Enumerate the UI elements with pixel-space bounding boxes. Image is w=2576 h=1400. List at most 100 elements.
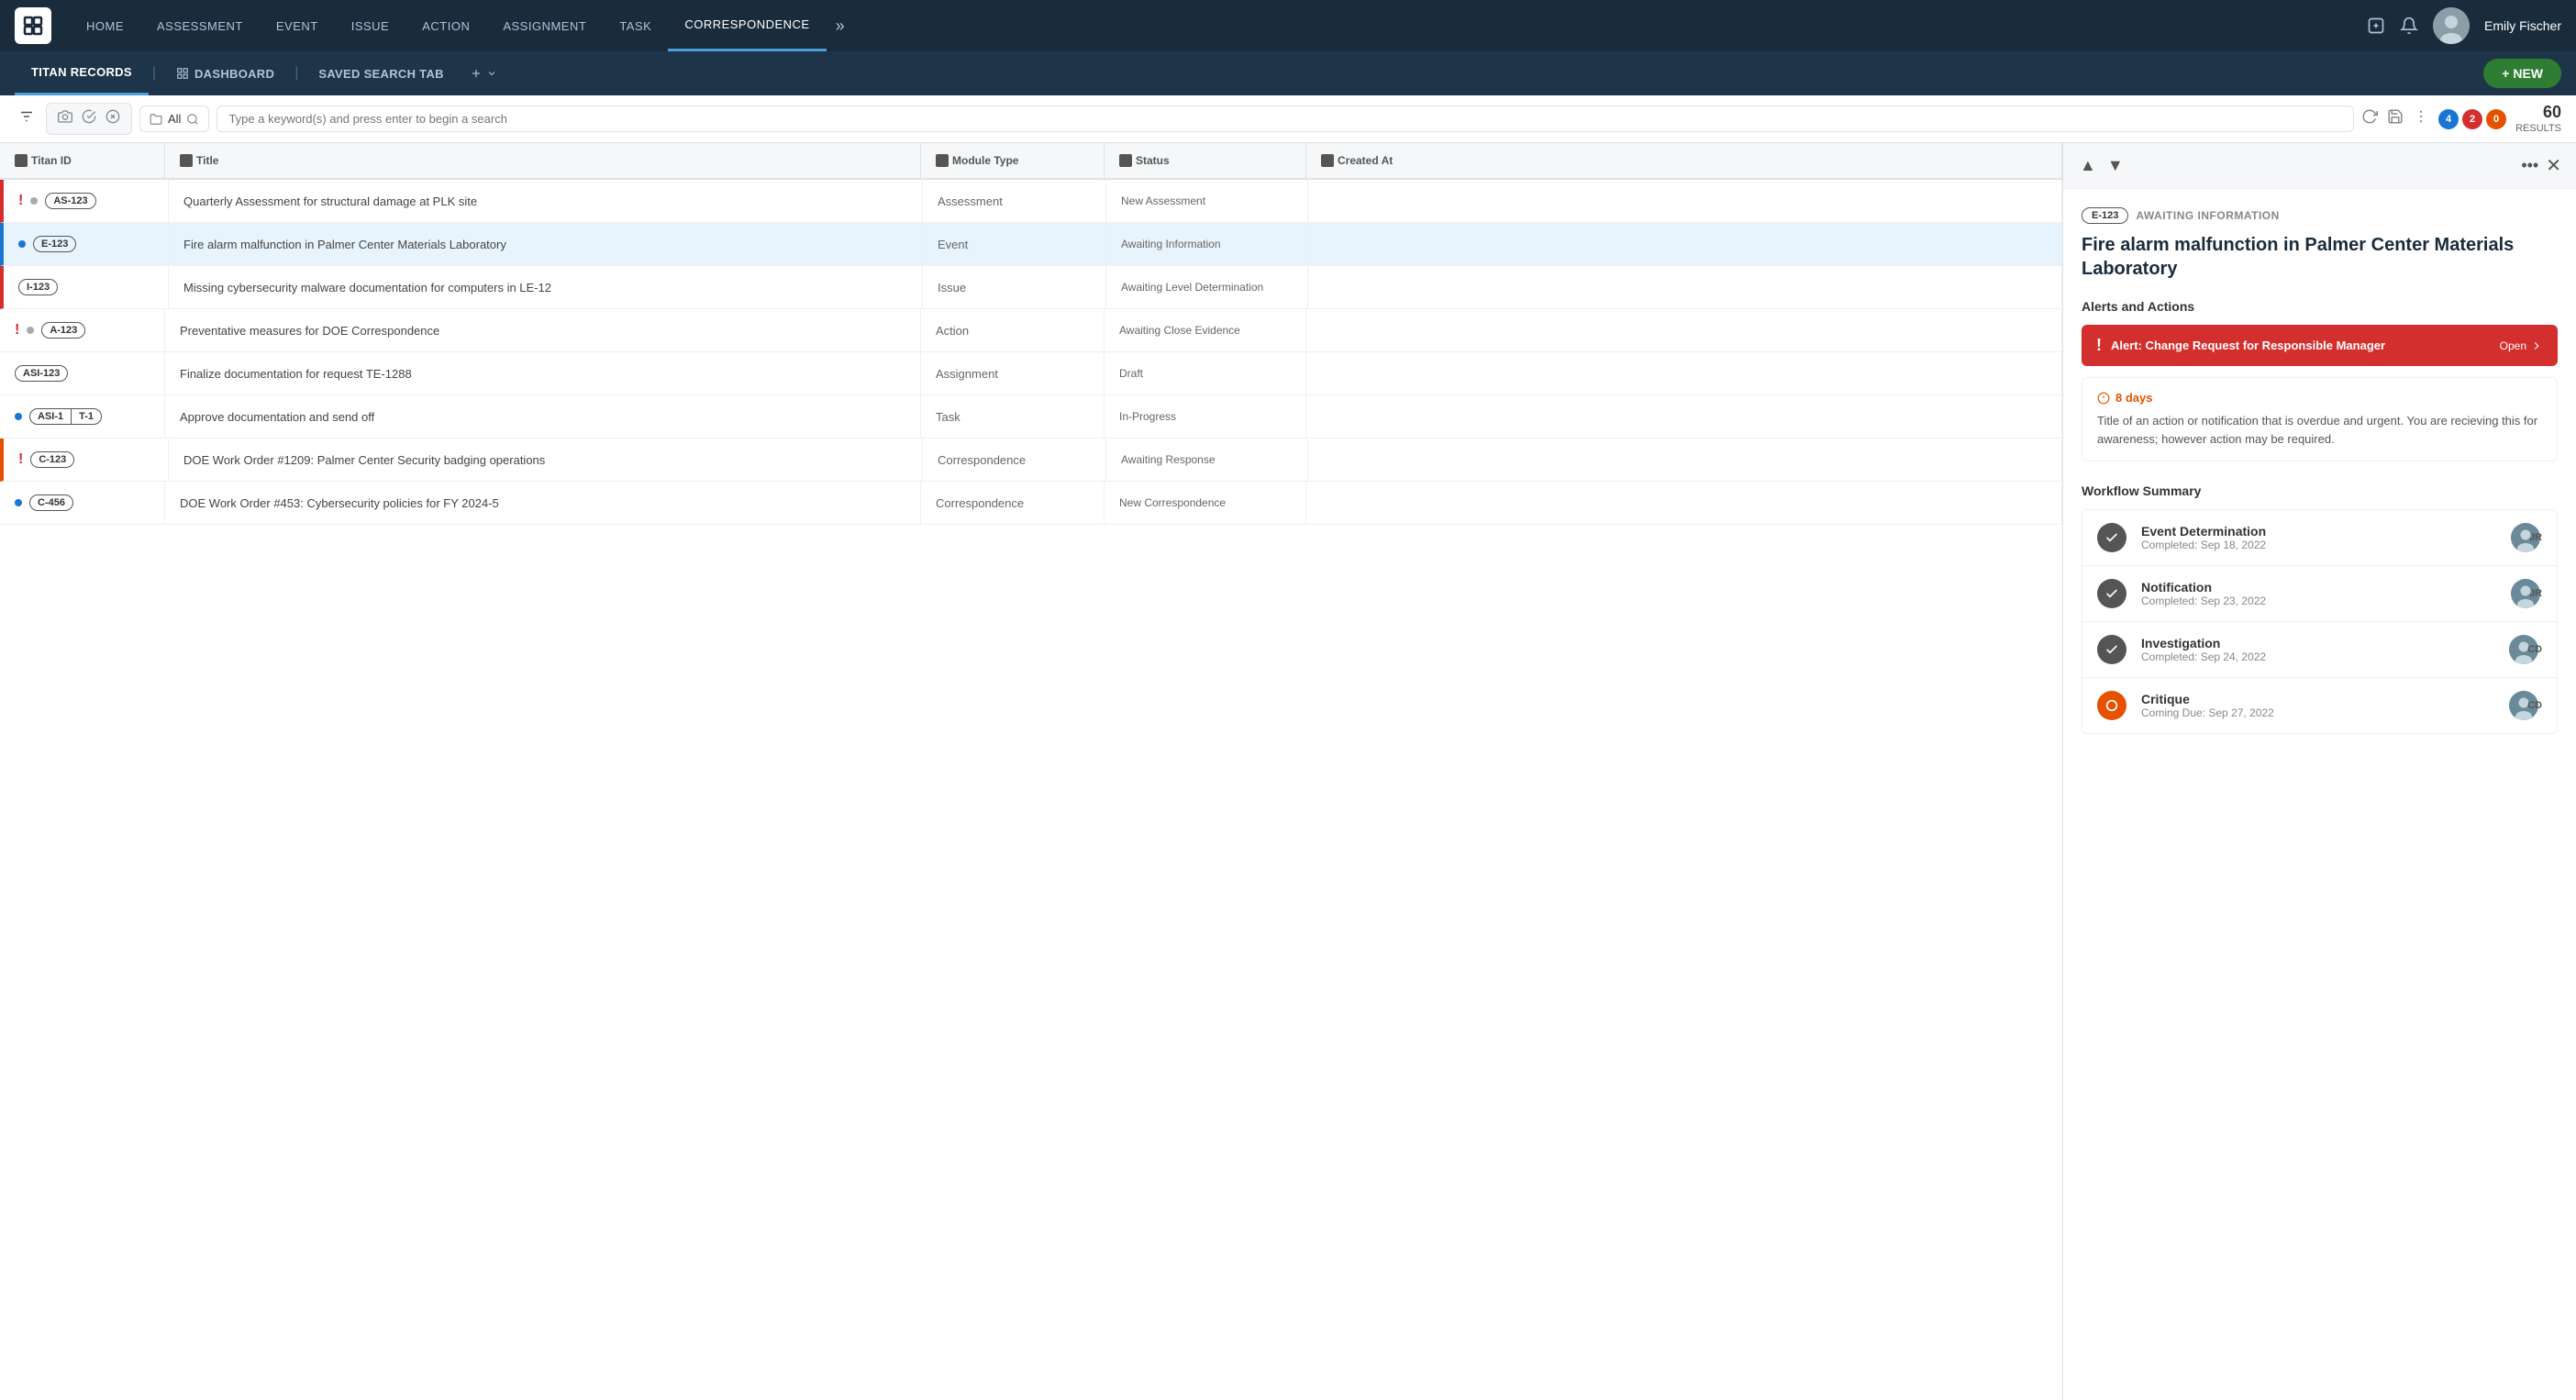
avatar-initials: CD xyxy=(2527,644,2542,655)
avatar-initials: CD xyxy=(2527,700,2542,711)
search-icon[interactable] xyxy=(2367,17,2385,35)
tab-dashboard[interactable]: DASHBOARD xyxy=(160,51,291,95)
alert-info-description: Title of an action or notification that … xyxy=(2097,412,2542,448)
cell-status: Awaiting Close Evidence xyxy=(1105,309,1306,351)
cell-title: Preventative measures for DOE Correspond… xyxy=(165,309,921,351)
cell-titan-id: ASI-1 T-1 xyxy=(0,395,165,438)
cell-created xyxy=(1306,395,2062,438)
nav-items: HOME ASSESSMENT EVENT ISSUE ACTION ASSIG… xyxy=(70,0,2367,51)
badge-orange: 0 xyxy=(2486,109,2506,129)
nav-task[interactable]: TASK xyxy=(603,0,668,51)
cell-title: Fire alarm malfunction in Palmer Center … xyxy=(169,223,923,265)
nav-more-button[interactable]: » xyxy=(827,17,854,36)
nav-correspondence[interactable]: CORRESPONDENCE xyxy=(668,0,826,51)
x-circle-icon[interactable] xyxy=(102,107,124,130)
table-row[interactable]: ASI-1 T-1 Approve documentation and send… xyxy=(0,395,2062,439)
workflow-step-3: Investigation Completed: Sep 24, 2022 CD xyxy=(2082,621,2558,677)
cell-status: New Correspondence xyxy=(1105,482,1306,524)
cell-created xyxy=(1308,266,2062,308)
cell-status: New Assessment xyxy=(1106,180,1308,222)
table-row[interactable]: ! C-123 DOE Work Order #1209: Palmer Cen… xyxy=(0,439,2062,482)
new-record-button[interactable]: + NEW xyxy=(2483,59,2561,88)
panel-more-button[interactable]: ••• xyxy=(2521,156,2538,175)
avatar-initials: JR xyxy=(2529,588,2542,599)
workflow-date: Coming Due: Sep 27, 2022 xyxy=(2141,706,2494,719)
alerts-section-title: Alerts and Actions xyxy=(2082,299,2558,314)
main-content: Titan ID Title Module Type Status Create… xyxy=(0,143,2576,1400)
cell-status: Awaiting Response xyxy=(1106,439,1308,481)
panel-record-title: Fire alarm malfunction in Palmer Center … xyxy=(2082,233,2558,281)
nav-issue[interactable]: ISSUE xyxy=(335,0,406,51)
toolbar: All 4 2 0 60 xyxy=(0,95,2576,143)
cell-status: In-Progress xyxy=(1105,395,1306,438)
workflow-check-icon xyxy=(2097,635,2126,664)
cell-status: Awaiting Level Determination xyxy=(1106,266,1308,308)
cell-module: Event xyxy=(923,223,1106,265)
cell-titan-id: I-123 xyxy=(4,266,169,308)
dot-icon xyxy=(18,240,26,248)
more-options-button[interactable] xyxy=(2413,108,2429,129)
tab-saved-search[interactable]: SAVED SEARCH TAB xyxy=(302,51,461,95)
search-input[interactable] xyxy=(228,112,2342,126)
sub-navigation: TITAN RECORDS | DASHBOARD | SAVED SEARCH… xyxy=(0,51,2576,95)
badge-red: 2 xyxy=(2462,109,2482,129)
alert-card[interactable]: ! Alert: Change Request for Responsible … xyxy=(2082,325,2558,366)
camera-icon[interactable] xyxy=(54,107,76,130)
bell-icon[interactable] xyxy=(2400,17,2418,35)
nav-home[interactable]: HOME xyxy=(70,0,140,51)
save-search-button[interactable] xyxy=(2387,108,2404,129)
cell-module: Correspondence xyxy=(923,439,1106,481)
avatar[interactable] xyxy=(2433,7,2470,44)
refresh-button[interactable] xyxy=(2361,108,2378,129)
workflow-name: Event Determination xyxy=(2141,524,2496,539)
dot-icon xyxy=(15,413,22,420)
filter-toggle-button[interactable] xyxy=(15,105,39,133)
nav-assessment[interactable]: ASSESSMENT xyxy=(140,0,260,51)
table-row[interactable]: I-123 Missing cybersecurity malware docu… xyxy=(0,266,2062,309)
panel-next-button[interactable]: ▼ xyxy=(2105,154,2126,177)
cell-module: Correspondence xyxy=(921,482,1105,524)
cell-title: Missing cybersecurity malware documentat… xyxy=(169,266,923,308)
cell-module: Assignment xyxy=(921,352,1105,394)
app-logo[interactable] xyxy=(15,7,51,44)
workflow-check-icon xyxy=(2097,523,2126,552)
workflow-step-4: Critique Coming Due: Sep 27, 2022 CD xyxy=(2082,677,2558,734)
detail-panel: ▲ ▼ ••• ✕ E-123 AWAITING INFORMATION Fir… xyxy=(2062,143,2576,1400)
nav-event[interactable]: EVENT xyxy=(260,0,335,51)
alert-title: Alert: Change Request for Responsible Ma… xyxy=(2111,339,2385,352)
scope-selector[interactable]: All xyxy=(139,106,209,132)
cell-created xyxy=(1306,309,2062,351)
tab-titan-records[interactable]: TITAN RECORDS xyxy=(15,51,149,95)
cell-created xyxy=(1308,180,2062,222)
notification-badges: 4 2 0 xyxy=(2438,109,2506,129)
cell-titan-id: ! C-123 xyxy=(4,439,169,481)
tab-divider-1: | xyxy=(149,65,160,82)
cell-module: Action xyxy=(921,309,1105,351)
table-row[interactable]: E-123 Fire alarm malfunction in Palmer C… xyxy=(0,223,2062,266)
badge-blue: 4 xyxy=(2438,109,2459,129)
table-row[interactable]: ! A-123 Preventative measures for DOE Co… xyxy=(0,309,2062,352)
workflow-list: Event Determination Completed: Sep 18, 2… xyxy=(2082,509,2558,734)
cell-status: Awaiting Information xyxy=(1106,223,1308,265)
col-titan-id: Titan ID xyxy=(0,143,165,178)
panel-prev-button[interactable]: ▲ xyxy=(2078,154,2098,177)
table-row[interactable]: ! AS-123 Quarterly Assessment for struct… xyxy=(0,180,2062,223)
panel-close-button[interactable]: ✕ xyxy=(2546,154,2561,177)
cell-title: DOE Work Order #1209: Palmer Center Secu… xyxy=(169,439,923,481)
table-row[interactable]: C-456 DOE Work Order #453: Cybersecurity… xyxy=(0,482,2062,525)
table-row[interactable]: ASI-123 Finalize documentation for reque… xyxy=(0,352,2062,395)
panel-actions: ••• ✕ xyxy=(2521,154,2561,177)
toolbar-right: 4 2 0 60 RESULTS xyxy=(2361,103,2561,135)
nav-assignment[interactable]: ASSIGNMENT xyxy=(486,0,603,51)
check-circle-icon[interactable] xyxy=(78,107,100,130)
cell-created xyxy=(1308,439,2062,481)
cell-title: Finalize documentation for request TE-12… xyxy=(165,352,921,394)
top-navigation: HOME ASSESSMENT EVENT ISSUE ACTION ASSIG… xyxy=(0,0,2576,51)
nav-action[interactable]: ACTION xyxy=(405,0,486,51)
add-tab-button[interactable] xyxy=(461,67,506,80)
panel-record-id: E-123 xyxy=(2082,207,2128,224)
nav-right: Emily Fischer xyxy=(2367,7,2561,44)
workflow-date: Completed: Sep 18, 2022 xyxy=(2141,539,2496,551)
cell-titan-id: C-456 xyxy=(0,482,165,524)
exclaim-icon: ! xyxy=(15,322,19,339)
